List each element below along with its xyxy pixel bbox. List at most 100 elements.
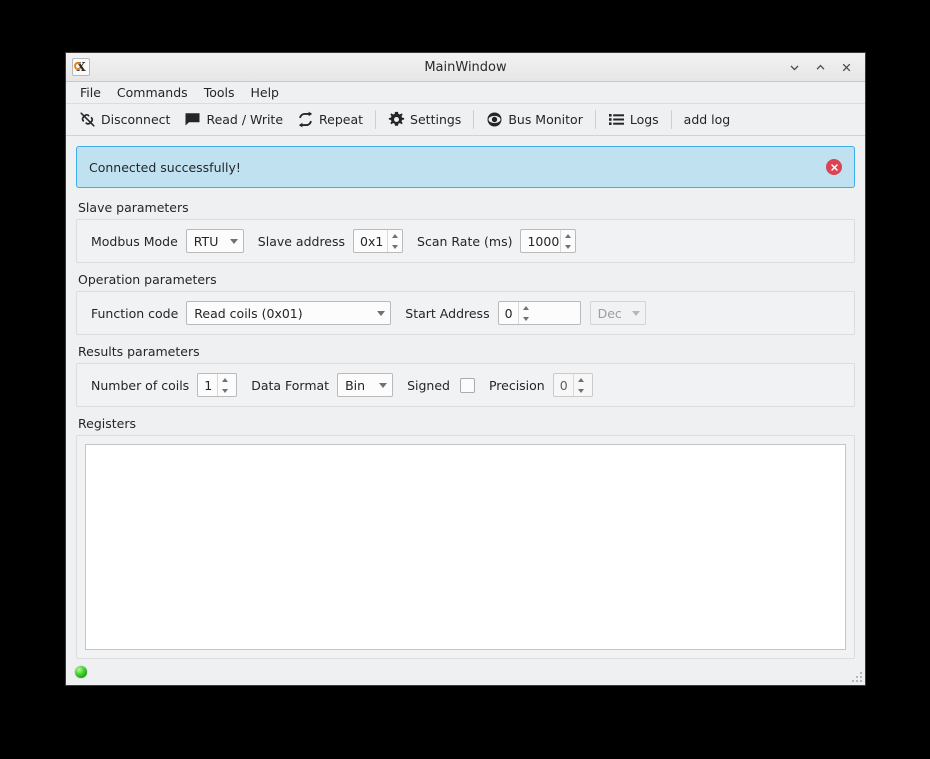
results-parameters-group: Results parameters Number of coils 1 Dat… [76,344,855,407]
slave-address-label: Slave address [258,234,345,249]
modbus-mode-label: Modbus Mode [91,234,178,249]
scan-rate-stepper[interactable]: 1000 [520,229,576,253]
start-address-value: 0 [499,302,518,324]
start-address-increment[interactable] [519,302,533,313]
slave-parameters-body: Modbus Mode RTU Slave address 0x1 Scan R… [76,219,855,263]
window-title: MainWindow [66,60,865,75]
number-of-coils-decrement[interactable] [218,385,232,396]
precision-increment[interactable] [574,374,588,385]
number-base-select[interactable]: Dec [590,301,646,325]
toolbar-label-disconnect: Disconnect [101,112,170,127]
maximize-button[interactable] [808,56,832,78]
toolbar-button-read-write[interactable]: Read / Write [177,108,290,131]
gear-icon [388,111,405,128]
toolbar-label-read-write: Read / Write [206,112,283,127]
toolbar-button-settings[interactable]: Settings [381,108,468,131]
scan-rate-spin-buttons[interactable] [560,230,575,252]
chevron-down-icon [230,239,238,244]
data-format-label: Data Format [251,378,329,393]
operation-parameters-title: Operation parameters [76,272,855,287]
function-code-label: Function code [91,306,178,321]
toolbar-separator [671,110,672,129]
menu-file[interactable]: File [72,83,109,102]
scan-rate-decrement[interactable] [561,241,575,252]
slave-address-increment[interactable] [388,230,402,241]
resize-grip[interactable] [849,669,862,682]
start-address-stepper[interactable]: 0 [498,301,581,325]
number-of-coils-spin-buttons[interactable] [217,374,232,396]
speech-bubble-icon [184,111,201,128]
window-controls [782,56,865,78]
tool-bar: Disconnect Read / Write [66,104,865,136]
start-address-spin-buttons[interactable] [518,302,533,324]
repeat-arrows-icon [297,111,314,128]
status-bar [66,659,865,685]
slave-address-value: 0x1 [354,230,387,252]
modbus-mode-select[interactable]: RTU [186,229,244,253]
chevron-down-icon [632,311,640,316]
slave-address-decrement[interactable] [388,241,402,252]
signed-label: Signed [407,378,450,393]
slave-address-spin-buttons[interactable] [387,230,402,252]
precision-spin-buttons[interactable] [573,374,588,396]
results-parameters-body: Number of coils 1 Data Format Bin Signed… [76,363,855,407]
registers-table[interactable] [85,444,846,650]
title-bar[interactable]: X MainWindow [66,53,865,82]
status-banner: Connected successfully! [76,146,855,188]
number-of-coils-increment[interactable] [218,374,232,385]
toolbar-button-repeat[interactable]: Repeat [290,108,370,131]
toolbar-separator [473,110,474,129]
main-window: X MainWindow File Commands Tools Help [65,52,866,686]
menu-help[interactable]: Help [242,83,287,102]
registers-title: Registers [76,416,855,431]
broken-link-icon [79,111,96,128]
function-code-select[interactable]: Read coils (0x01) [186,301,391,325]
toolbar-label-logs: Logs [630,112,659,127]
minimize-button[interactable] [782,56,806,78]
main-content: Connected successfully! Slave parameters… [66,136,865,659]
application-icon: X [72,58,90,76]
operation-parameters-body: Function code Read coils (0x01) Start Ad… [76,291,855,335]
toolbar-button-disconnect[interactable]: Disconnect [72,108,177,131]
data-format-value: Bin [345,378,371,393]
number-base-value: Dec [598,306,624,321]
close-button[interactable] [834,56,858,78]
toolbar-label-settings: Settings [410,112,461,127]
toolbar-separator [375,110,376,129]
toolbar-button-add-log[interactable]: add log [677,109,738,130]
results-parameters-title: Results parameters [76,344,855,359]
toolbar-label-add-log: add log [684,112,731,127]
menu-commands[interactable]: Commands [109,83,196,102]
scan-rate-label: Scan Rate (ms) [417,234,512,249]
signed-checkbox[interactable] [460,378,475,393]
scan-rate-increment[interactable] [561,230,575,241]
toolbar-separator [595,110,596,129]
precision-stepper[interactable]: 0 [553,373,593,397]
precision-value: 0 [554,374,573,396]
menu-bar: File Commands Tools Help [66,82,865,104]
start-address-decrement[interactable] [519,313,533,324]
slave-address-stepper[interactable]: 0x1 [353,229,403,253]
modbus-mode-value: RTU [194,234,222,249]
toolbar-label-repeat: Repeat [319,112,363,127]
slave-parameters-title: Slave parameters [76,200,855,215]
precision-decrement[interactable] [574,385,588,396]
connection-led-icon [75,666,87,678]
toolbar-button-bus-monitor[interactable]: Bus Monitor [479,108,590,131]
number-of-coils-stepper[interactable]: 1 [197,373,237,397]
number-of-coils-value: 1 [198,374,217,396]
chevron-down-icon [377,311,385,316]
close-circle-icon[interactable] [826,159,842,175]
registers-group: Registers [76,416,855,659]
toolbar-button-logs[interactable]: Logs [601,108,666,131]
function-code-value: Read coils (0x01) [194,306,369,321]
registers-body [76,435,855,659]
eye-icon [486,111,503,128]
menu-tools[interactable]: Tools [196,83,243,102]
data-format-select[interactable]: Bin [337,373,393,397]
list-icon [608,111,625,128]
slave-parameters-group: Slave parameters Modbus Mode RTU Slave a… [76,200,855,263]
start-address-label: Start Address [405,306,489,321]
status-banner-message: Connected successfully! [89,160,826,175]
chevron-down-icon [379,383,387,388]
